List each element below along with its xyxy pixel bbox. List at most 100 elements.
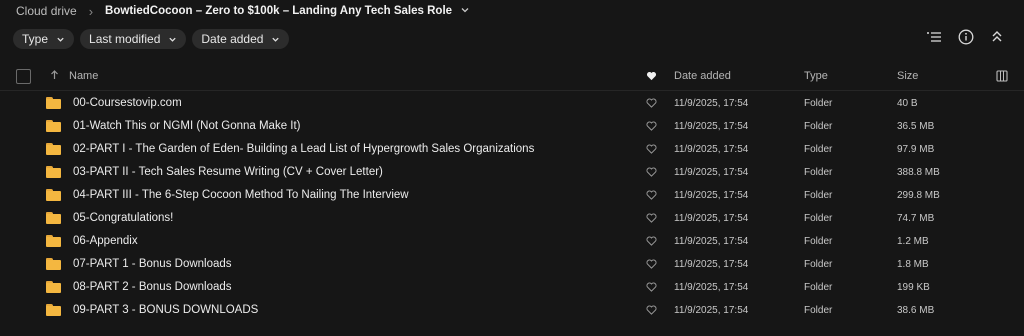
folder-name[interactable]: 00-Coursestovip.com xyxy=(73,97,182,109)
size-cell: 38.6 MB xyxy=(897,304,935,316)
date-added-cell: 11/9/2025, 17:54 xyxy=(674,143,749,155)
table-row[interactable]: 04-PART III - The 6-Step Cocoon Method T… xyxy=(0,184,1024,206)
filter-type-button[interactable]: Type xyxy=(13,29,75,49)
columns-icon xyxy=(996,70,1008,82)
table-row[interactable]: 08-PART 2 - Bonus Downloads 11/9/2025, 17… xyxy=(0,276,1024,298)
date-added-cell: 11/9/2025, 17:54 xyxy=(674,166,749,178)
folder-icon xyxy=(46,304,61,316)
name-column-label: Name xyxy=(69,70,99,82)
breadcrumb: Cloud drive › BowtiedCocoon – Zero to $1… xyxy=(16,0,470,22)
type-cell: Folder xyxy=(804,281,833,293)
breadcrumb-current-folder[interactable]: BowtiedCocoon – Zero to $100k – Landing … xyxy=(105,5,452,17)
type-cell: Folder xyxy=(804,166,833,178)
date-added-cell: 11/9/2025, 17:54 xyxy=(674,281,749,293)
heart-outline-icon[interactable] xyxy=(646,167,657,177)
select-all-cell xyxy=(0,68,46,84)
name-column-header[interactable]: Name xyxy=(46,69,646,83)
file-name-cell: 05-Congratulations! xyxy=(0,212,600,224)
heart-outline-icon[interactable] xyxy=(646,121,657,131)
table-row[interactable]: 03-PART II - Tech Sales Resume Writing (… xyxy=(0,161,1024,183)
favourite-column-header[interactable] xyxy=(646,71,674,81)
type-cell: Folder xyxy=(804,235,833,247)
heart-outline-icon[interactable] xyxy=(646,98,657,108)
filter-bar: Type Last modified Date added xyxy=(13,29,290,49)
date-added-cell: 11/9/2025, 17:54 xyxy=(674,235,749,247)
type-column-header[interactable]: Type xyxy=(804,70,897,82)
chevron-down-icon[interactable] xyxy=(460,4,470,18)
heart-outline-icon[interactable] xyxy=(646,305,657,315)
file-name-cell: 03-PART II - Tech Sales Resume Writing (… xyxy=(0,166,600,178)
filter-date-added-label: Date added xyxy=(201,32,264,46)
sort-ascending-icon[interactable] xyxy=(50,69,59,83)
folder-icon xyxy=(46,235,61,247)
file-table: Name Date added Type Size 00-Coursestovi… xyxy=(0,62,1024,321)
view-toolbar xyxy=(926,29,1004,45)
chevron-down-icon xyxy=(57,37,64,42)
size-cell: 199 KB xyxy=(897,281,930,293)
favourite-cell xyxy=(646,259,674,269)
select-all-checkbox[interactable] xyxy=(15,68,31,84)
heart-outline-icon[interactable] xyxy=(646,282,657,292)
favourite-cell xyxy=(646,282,674,292)
folder-name[interactable]: 08-PART 2 - Bonus Downloads xyxy=(73,281,232,293)
folder-icon xyxy=(46,120,61,132)
filter-last-modified-button[interactable]: Last modified xyxy=(80,29,187,49)
type-cell: Folder xyxy=(804,304,833,316)
date-added-cell: 11/9/2025, 17:54 xyxy=(674,258,749,270)
size-cell: 388.8 MB xyxy=(897,166,940,178)
heart-outline-icon[interactable] xyxy=(646,144,657,154)
favourite-cell xyxy=(646,190,674,200)
folder-name[interactable]: 07-PART 1 - Bonus Downloads xyxy=(73,258,232,270)
folder-name[interactable]: 05-Congratulations! xyxy=(73,212,173,224)
table-body: 00-Coursestovip.com 11/9/2025, 17:54 Folde… xyxy=(0,92,1024,321)
type-cell: Folder xyxy=(804,120,833,132)
folder-icon xyxy=(46,97,61,109)
heart-outline-icon[interactable] xyxy=(646,259,657,269)
filter-date-added-button[interactable]: Date added xyxy=(192,29,290,49)
size-column-header[interactable]: Size xyxy=(897,70,992,82)
collapse-icon[interactable] xyxy=(990,29,1004,45)
folder-icon xyxy=(46,166,61,178)
heart-filled-icon xyxy=(646,72,657,81)
favourite-cell xyxy=(646,236,674,246)
favourite-cell xyxy=(646,167,674,177)
table-row[interactable]: 07-PART 1 - Bonus Downloads 11/9/2025, 17… xyxy=(0,253,1024,275)
folder-name[interactable]: 02-PART I - The Garden of Eden- Building… xyxy=(73,143,534,155)
breadcrumb-root[interactable]: Cloud drive xyxy=(16,4,77,18)
folder-name[interactable]: 04-PART III - The 6-Step Cocoon Method T… xyxy=(73,189,409,201)
heart-outline-icon[interactable] xyxy=(646,190,657,200)
heart-outline-icon[interactable] xyxy=(646,236,657,246)
file-name-cell: 04-PART III - The 6-Step Cocoon Method T… xyxy=(0,189,600,201)
type-cell: Folder xyxy=(804,212,833,224)
column-settings-button[interactable] xyxy=(992,70,1012,82)
favourite-cell xyxy=(646,305,674,315)
folder-name[interactable]: 09-PART 3 - BONUS DOWNLOADS xyxy=(73,304,258,316)
file-name-cell: 08-PART 2 - Bonus Downloads xyxy=(0,281,600,293)
file-name-cell: 07-PART 1 - Bonus Downloads xyxy=(0,258,600,270)
table-row[interactable]: 02-PART I - The Garden of Eden- Building… xyxy=(0,138,1024,160)
table-row[interactable]: 00-Coursestovip.com 11/9/2025, 17:54 Folde… xyxy=(0,92,1024,114)
type-cell: Folder xyxy=(804,97,833,109)
table-row[interactable]: 06-Appendix 11/9/2025, 17:54 Folder 1.2 MB xyxy=(0,230,1024,252)
list-view-icon[interactable] xyxy=(926,30,942,44)
table-header: Name Date added Type Size xyxy=(0,62,1024,91)
table-row[interactable]: 05-Congratulations! 11/9/2025, 17:54 Folde… xyxy=(0,207,1024,229)
date-added-cell: 11/9/2025, 17:54 xyxy=(674,120,749,132)
type-cell: Folder xyxy=(804,189,833,201)
folder-icon xyxy=(46,212,61,224)
table-row[interactable]: 09-PART 3 - BONUS DOWNLOADS 11/9/2025, 17… xyxy=(0,299,1024,321)
date-added-cell: 11/9/2025, 17:54 xyxy=(674,304,749,316)
filter-last-modified-label: Last modified xyxy=(89,32,161,46)
size-cell: 299.8 MB xyxy=(897,189,940,201)
heart-outline-icon[interactable] xyxy=(646,213,657,223)
table-row[interactable]: 01-Watch This or NGMI (Not Gonna Make It… xyxy=(0,115,1024,137)
file-name-cell: 00-Coursestovip.com xyxy=(0,97,600,109)
folder-name[interactable]: 03-PART II - Tech Sales Resume Writing (… xyxy=(73,166,383,178)
folder-name[interactable]: 06-Appendix xyxy=(73,235,138,247)
file-name-cell: 01-Watch This or NGMI (Not Gonna Make It… xyxy=(0,120,600,132)
folder-name[interactable]: 01-Watch This or NGMI (Not Gonna Make It… xyxy=(73,120,301,132)
folder-icon xyxy=(46,143,61,155)
info-icon[interactable] xyxy=(958,29,974,45)
size-cell: 74.7 MB xyxy=(897,212,935,224)
date-added-column-header[interactable]: Date added xyxy=(674,70,804,82)
